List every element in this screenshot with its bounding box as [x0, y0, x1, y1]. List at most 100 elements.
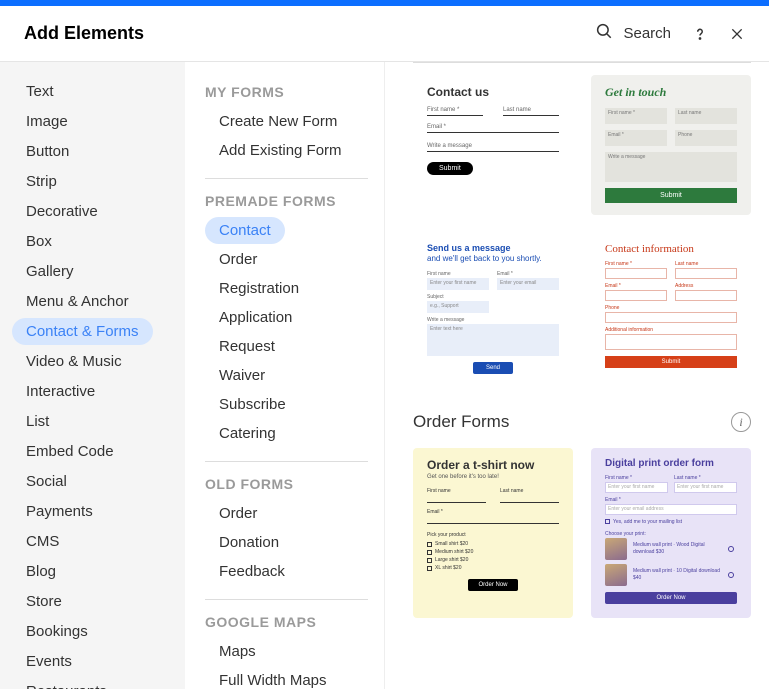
- subcategory-item-create-new-form[interactable]: Create New Form: [205, 108, 351, 135]
- header-actions: Search: [595, 22, 745, 45]
- category-item-menu-anchor[interactable]: Menu & Anchor: [12, 288, 143, 315]
- field-last-name: [675, 268, 737, 279]
- category-item-embed-code[interactable]: Embed Code: [12, 438, 128, 465]
- subcategory-item-full-width-maps[interactable]: Full Width Maps: [205, 667, 341, 689]
- subcategory-item-waiver[interactable]: Waiver: [205, 362, 279, 389]
- label: Email *: [497, 271, 559, 277]
- template-subtitle: and we'll get back to you shortly.: [427, 254, 559, 263]
- category-item-social[interactable]: Social: [12, 468, 81, 495]
- section-title: PREMADE FORMS: [205, 193, 368, 209]
- category-item-text[interactable]: Text: [12, 78, 68, 105]
- label: Subject: [427, 294, 489, 300]
- category-item-cms[interactable]: CMS: [12, 528, 73, 555]
- option-xl: XL shirt $20: [427, 565, 559, 571]
- label: Address: [675, 283, 737, 289]
- category-item-video-music[interactable]: Video & Music: [12, 348, 136, 375]
- subcategory-item-subscribe[interactable]: Subscribe: [205, 391, 300, 418]
- order-button: Order Now: [468, 579, 518, 591]
- product-option-1: Medium wall print · Wood Digital downloa…: [605, 538, 737, 560]
- template-contact-us[interactable]: Contact us First name * Last name Email …: [413, 75, 573, 215]
- subcategory-item-application[interactable]: Application: [205, 304, 306, 331]
- template-send-message[interactable]: Send us a message and we'll get back to …: [413, 233, 573, 386]
- field-email: [605, 290, 667, 301]
- category-item-image[interactable]: Image: [12, 108, 82, 135]
- category-item-blog[interactable]: Blog: [12, 558, 70, 585]
- category-item-bookings[interactable]: Bookings: [12, 618, 102, 645]
- template-title: Send us a message: [427, 243, 559, 253]
- label: Choose your print:: [605, 531, 737, 537]
- category-item-payments[interactable]: Payments: [12, 498, 107, 525]
- category-item-list[interactable]: List: [12, 408, 63, 435]
- category-item-store[interactable]: Store: [12, 588, 76, 615]
- divider: [205, 599, 368, 600]
- panel-header: Add Elements Search: [0, 6, 769, 62]
- label: First name *: [605, 261, 667, 267]
- subcategory-item-maps[interactable]: Maps: [205, 638, 270, 665]
- divider: [205, 178, 368, 179]
- info-icon[interactable]: i: [731, 412, 751, 432]
- category-item-decorative[interactable]: Decorative: [12, 198, 112, 225]
- label: Last name: [675, 261, 737, 267]
- checkbox-icon: [427, 550, 432, 555]
- send-button: Send: [473, 362, 513, 374]
- category-item-interactive[interactable]: Interactive: [12, 378, 109, 405]
- subcategory-item-add-existing-form[interactable]: Add Existing Form: [205, 137, 356, 164]
- subcategory-sidebar: MY FORMS Create New FormAdd Existing Form…: [185, 62, 385, 689]
- category-item-contact-forms[interactable]: Contact & Forms: [12, 318, 153, 345]
- field-email: [427, 516, 559, 524]
- field-first-name: Enter your first name: [427, 278, 489, 290]
- label: Last name *: [674, 475, 737, 481]
- checkbox-icon: [605, 519, 610, 524]
- field-first-name: Enter your first name: [605, 482, 668, 493]
- category-item-gallery[interactable]: Gallery: [12, 258, 88, 285]
- product-info: Medium wall print · 10 Digital download …: [633, 568, 722, 582]
- label: Additional information: [605, 327, 737, 333]
- section-title: MY FORMS: [205, 84, 368, 100]
- subcategory-item-order[interactable]: Order: [205, 500, 271, 527]
- label: First name: [427, 488, 486, 494]
- subcategory-item-donation[interactable]: Donation: [205, 529, 293, 556]
- field-phone: Phone: [675, 130, 737, 146]
- field-first-name: First name *: [605, 108, 667, 124]
- product-image: [605, 564, 627, 586]
- subcategory-item-catering[interactable]: Catering: [205, 420, 290, 447]
- search-label: Search: [623, 25, 671, 42]
- category-item-strip[interactable]: Strip: [12, 168, 71, 195]
- field-last-name: Last name: [675, 108, 737, 124]
- category-item-button[interactable]: Button: [12, 138, 83, 165]
- template-contact-information[interactable]: Contact information First name * Last na…: [591, 233, 751, 386]
- subcategory-item-registration[interactable]: Registration: [205, 275, 313, 302]
- subcategory-item-contact[interactable]: Contact: [205, 217, 285, 244]
- label: Email *: [605, 497, 737, 503]
- close-button[interactable]: [729, 26, 745, 42]
- category-item-events[interactable]: Events: [12, 648, 86, 675]
- help-button[interactable]: [691, 25, 709, 43]
- label: Pick your product: [427, 532, 559, 538]
- field-email: Email *: [605, 130, 667, 146]
- field-subject: e.g., Support: [427, 301, 489, 313]
- search-button[interactable]: Search: [595, 22, 671, 45]
- field-last-name: [500, 495, 559, 503]
- submit-button: Submit: [605, 356, 737, 368]
- label: Phone: [605, 305, 737, 311]
- category-item-restaurants[interactable]: Restaurants: [12, 678, 121, 689]
- checkbox-icon: [427, 566, 432, 571]
- option-large: Large shirt $20: [427, 557, 559, 563]
- product-image: [605, 538, 627, 560]
- field-message: Enter text here: [427, 324, 559, 356]
- product-option-2: Medium wall print · 10 Digital download …: [605, 564, 737, 586]
- subcategory-item-order[interactable]: Order: [205, 246, 271, 273]
- submit-button: Submit: [427, 162, 473, 175]
- subcategory-item-request[interactable]: Request: [205, 333, 289, 360]
- template-title: Digital print order form: [605, 458, 737, 469]
- field-last-name: Last name: [503, 107, 559, 116]
- field-phone: [605, 312, 737, 323]
- template-order-tshirt[interactable]: Order a t-shirt now Get one before it's …: [413, 448, 573, 618]
- section-title: GOOGLE MAPS: [205, 614, 368, 630]
- radio-icon: [728, 572, 734, 578]
- template-digital-print[interactable]: Digital print order form First name *Ent…: [591, 448, 751, 618]
- category-item-box[interactable]: Box: [12, 228, 66, 255]
- subcategory-item-feedback[interactable]: Feedback: [205, 558, 299, 585]
- product-info: Medium wall print · Wood Digital downloa…: [633, 542, 722, 556]
- template-get-in-touch[interactable]: Get in touch First name * Last name Emai…: [591, 75, 751, 215]
